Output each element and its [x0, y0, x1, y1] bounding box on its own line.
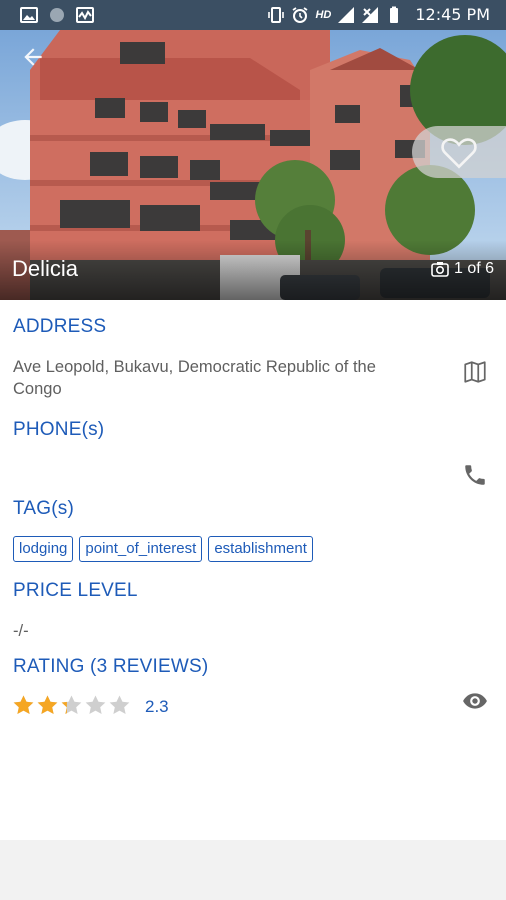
- tags-label: TAG(s): [13, 498, 75, 519]
- cell-signal-icon: [338, 6, 355, 23]
- tag-chip[interactable]: establishment: [208, 536, 313, 562]
- star-icon: [109, 695, 130, 715]
- network-hd-label: HD: [315, 8, 332, 21]
- rating-value: 2.3: [145, 697, 169, 716]
- activity-notification-icon: [76, 7, 94, 23]
- place-title: Delicia: [12, 256, 79, 281]
- rating-stars: [12, 694, 131, 717]
- bottom-bar: [0, 840, 506, 900]
- battery-icon: [390, 6, 399, 23]
- address-line-2: Congo: [13, 380, 62, 398]
- system-status: HD 12:45 PM: [267, 5, 490, 24]
- star-icon: [61, 695, 82, 715]
- eye-icon[interactable]: [462, 688, 488, 714]
- notification-icons: [20, 6, 94, 24]
- status-bar: HD 12:45 PM: [0, 0, 506, 30]
- tag-chip[interactable]: point_of_interest: [79, 536, 203, 562]
- star-icon: [13, 695, 34, 715]
- photo-counter-text: 1 of 6: [453, 260, 494, 277]
- favorite-button[interactable]: [412, 126, 506, 178]
- tag-chip[interactable]: lodging: [13, 536, 74, 562]
- address-label: ADDRESS: [13, 316, 107, 337]
- address-line-1: Ave Leopold, Bukavu, Democratic Republic…: [13, 358, 376, 376]
- cell-signal-no-data-icon: [362, 6, 379, 23]
- star-icon: [37, 695, 58, 715]
- price-level-value: -/-: [13, 622, 29, 640]
- phone-icon[interactable]: [462, 462, 488, 488]
- camera-icon: [431, 262, 449, 277]
- star-icon: [85, 695, 106, 715]
- rating-label: RATING (3 REVIEWS): [13, 656, 209, 677]
- back-button[interactable]: [16, 40, 50, 74]
- phone-label: PHONE(s): [13, 419, 105, 440]
- status-time: 12:45 PM: [415, 5, 490, 24]
- map-icon[interactable]: [462, 359, 488, 385]
- arrow-back-icon: [24, 48, 42, 66]
- alarm-icon: [292, 6, 308, 23]
- tag-list: lodging point_of_interest establishment: [13, 536, 313, 562]
- photo-counter: 1 of 6: [431, 260, 494, 278]
- photo-gallery[interactable]: Delicia 1 of 6: [0, 30, 506, 300]
- vibrate-icon: [268, 6, 285, 23]
- price-level-label: PRICE LEVEL: [13, 580, 138, 601]
- circle-notification-icon: [50, 8, 64, 22]
- image-notification-icon: [20, 7, 38, 23]
- heart-outline-icon: [441, 138, 477, 169]
